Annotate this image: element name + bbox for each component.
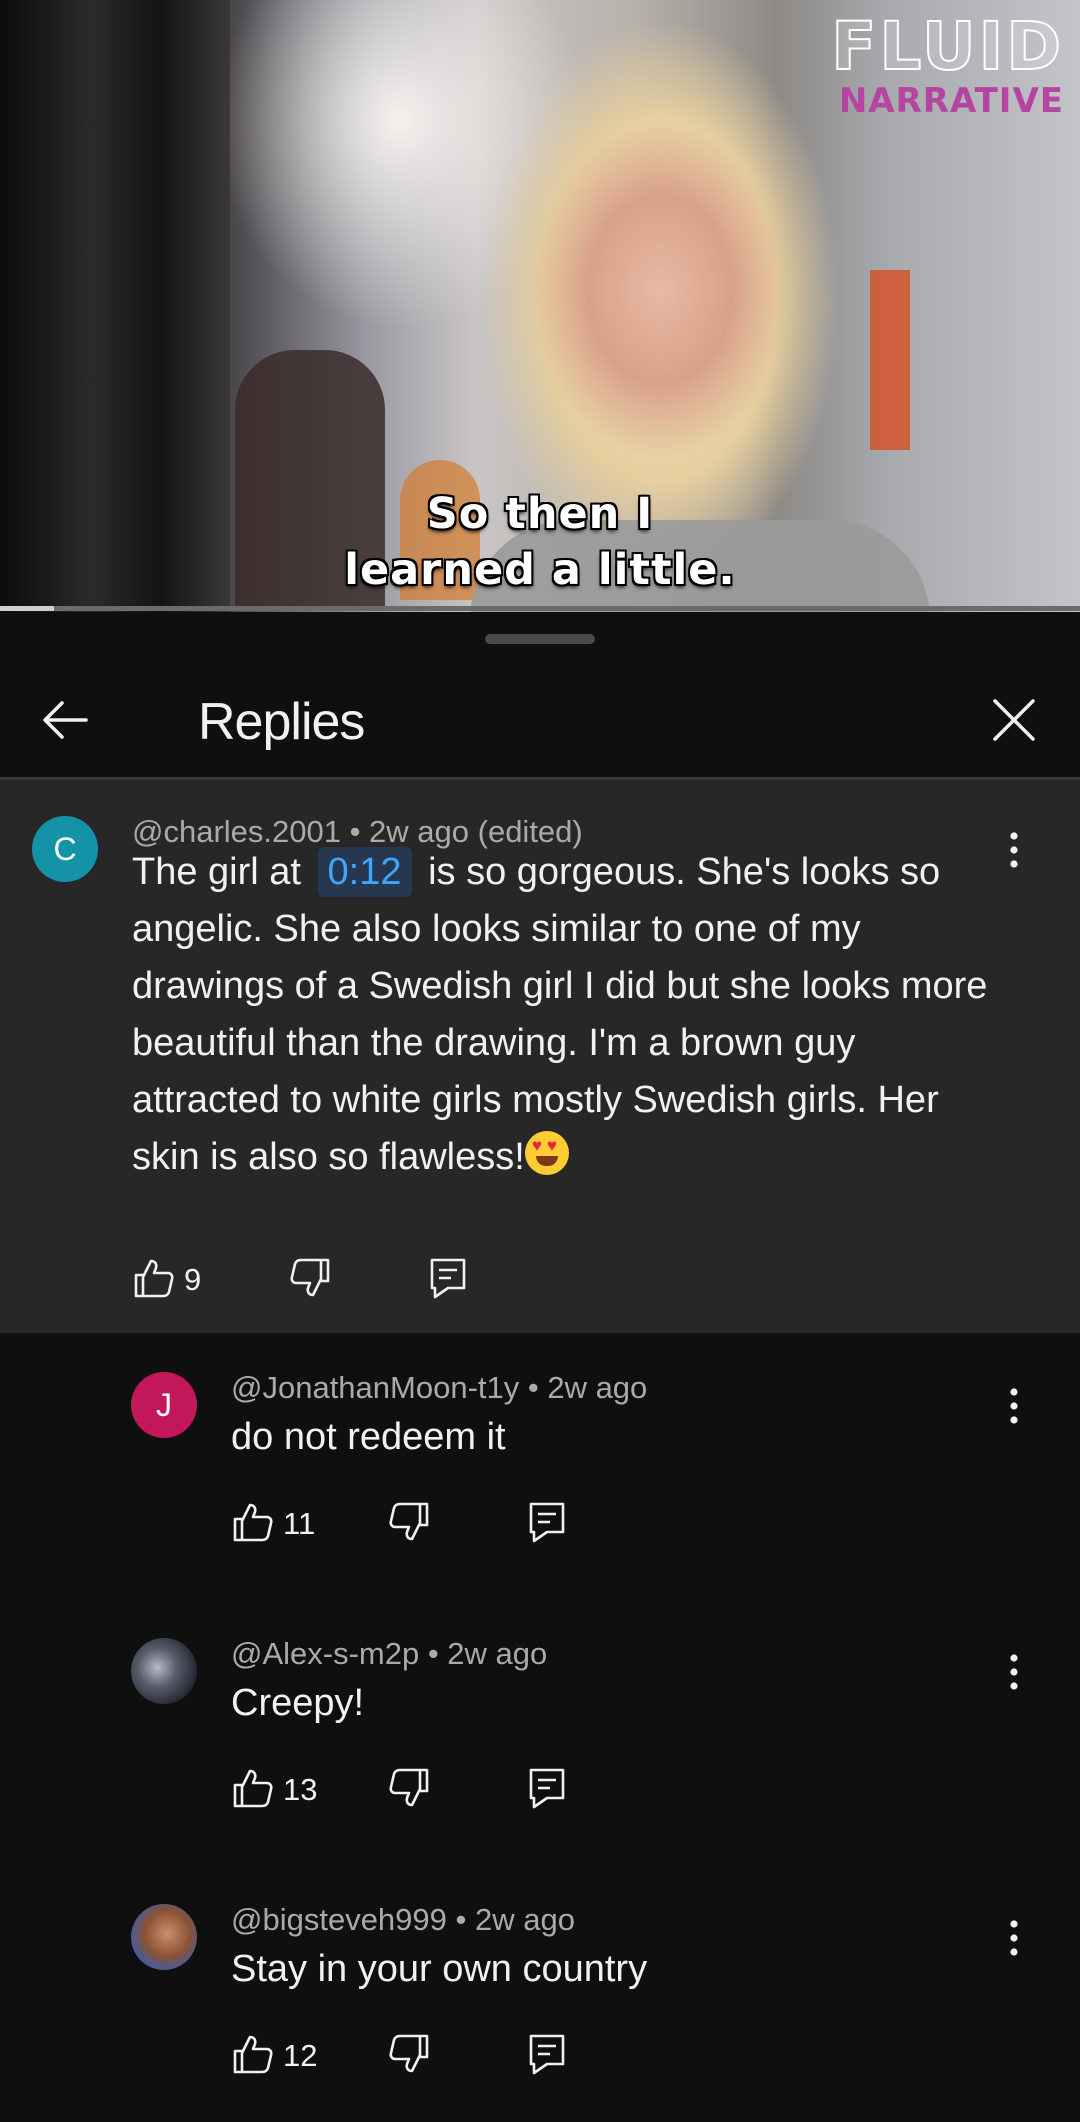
avatar[interactable]: J	[131, 1372, 197, 1438]
back-button[interactable]	[36, 690, 96, 750]
comment-menu-button[interactable]	[999, 826, 1029, 874]
replies-sheet: Replies C @charles.2001 • 2w ago (edited…	[0, 612, 1080, 2122]
more-vert-icon	[1010, 1654, 1018, 1690]
more-vert-icon	[1010, 1388, 1018, 1424]
watermark-line-2: NARRATIVE	[838, 81, 1064, 121]
more-vert-icon	[1010, 1920, 1018, 1956]
caption-line-1: So then I	[426, 489, 654, 539]
dislike-button[interactable]	[387, 2026, 437, 2086]
dislike-button[interactable]	[288, 1250, 338, 1310]
like-count: 11	[283, 1506, 316, 1541]
reply-button[interactable]	[525, 1494, 575, 1554]
comment-meta: @JonathanMoon-t1y • 2w ago	[231, 1370, 648, 1405]
comment-text: do not redeem it	[231, 1416, 506, 1458]
like-button[interactable]: 13	[231, 1760, 341, 1820]
like-button[interactable]: 9	[132, 1250, 242, 1310]
reply-button[interactable]	[426, 1250, 476, 1310]
thumbs-up-icon	[233, 2035, 273, 2074]
thumbs-down-icon	[389, 1768, 429, 1807]
close-icon	[993, 699, 1035, 741]
comment-actions: 11	[231, 1494, 631, 1554]
parent-comment: C @charles.2001 • 2w ago (edited) The gi…	[0, 780, 1080, 1333]
video-frame-shopfront	[870, 270, 910, 450]
thumbs-down-icon	[389, 1502, 429, 1541]
thumbs-down-icon	[389, 2034, 429, 2073]
comment-icon	[430, 1258, 466, 1299]
dislike-button[interactable]	[387, 1494, 437, 1554]
comment-text: Creepy!	[231, 1682, 365, 1724]
video-progress-fill	[0, 606, 54, 611]
comment-menu-button[interactable]	[999, 1648, 1029, 1696]
like-count: 12	[283, 2038, 318, 2073]
close-button[interactable]	[984, 690, 1044, 750]
comment-menu-button[interactable]	[999, 1914, 1029, 1962]
channel-watermark: FLUID NARRATIVE	[830, 8, 1064, 121]
avatar[interactable]	[131, 1904, 197, 1970]
comment-text: The girl at 0:12 is so gorgeous. She's l…	[132, 844, 992, 1186]
comment-actions: 12	[231, 2026, 631, 2086]
caption-line-2: learned a little.	[344, 545, 736, 595]
sheet-header: Replies	[0, 662, 1080, 777]
reply-button[interactable]	[525, 2026, 575, 2086]
comment-icon	[529, 1502, 565, 1543]
reply-comment: J @JonathanMoon-t1y • 2w ago do not rede…	[0, 1352, 1080, 1612]
avatar[interactable]: C	[32, 816, 98, 882]
thumbs-up-icon	[233, 1503, 273, 1542]
timestamp-link[interactable]: 0:12	[317, 847, 412, 897]
comment-meta: @Alex-s-m2p • 2w ago	[231, 1636, 548, 1671]
comment-meta: @bigsteveh999 • 2w ago	[231, 1902, 575, 1937]
heart-eyes-emoji-icon	[524, 1131, 569, 1175]
reply-button[interactable]	[525, 1760, 575, 1820]
reply-comment: @Alex-s-m2p • 2w ago Creepy! 13	[0, 1618, 1080, 1878]
comment-text-part: The girl at	[132, 851, 301, 893]
like-button[interactable]: 11	[231, 1494, 341, 1554]
video-caption: So then I learned a little.	[0, 486, 1080, 598]
comment-icon	[529, 2034, 565, 2075]
comment-actions: 9	[132, 1250, 532, 1310]
sheet-title: Replies	[198, 693, 365, 751]
like-button[interactable]: 12	[231, 2026, 341, 2086]
dislike-button[interactable]	[387, 1760, 437, 1820]
video-player[interactable]: FLUID NARRATIVE So then I learned a litt…	[0, 0, 1080, 612]
like-count: 9	[184, 1262, 202, 1297]
comment-actions: 13	[231, 1760, 631, 1820]
thumbs-down-icon	[290, 1258, 330, 1297]
comment-menu-button[interactable]	[999, 1382, 1029, 1430]
comment-icon	[529, 1768, 565, 1809]
comment-text: Stay in your own country	[231, 1948, 648, 1990]
watermark-line-1: FLUID	[830, 8, 1064, 85]
more-vert-icon	[1010, 832, 1018, 868]
arrow-left-icon	[43, 701, 88, 739]
video-progress-bar[interactable]	[0, 606, 1080, 611]
thumbs-up-icon	[233, 1769, 273, 1808]
avatar[interactable]	[131, 1638, 197, 1704]
comment-text-part: is so gorgeous. She's looks so angelic. …	[132, 851, 988, 1178]
sheet-drag-handle[interactable]	[485, 634, 595, 644]
reply-comment: @bigsteveh999 • 2w ago Stay in your own …	[0, 1884, 1080, 2122]
thumbs-up-icon	[134, 1259, 174, 1298]
like-count: 13	[283, 1772, 318, 1807]
